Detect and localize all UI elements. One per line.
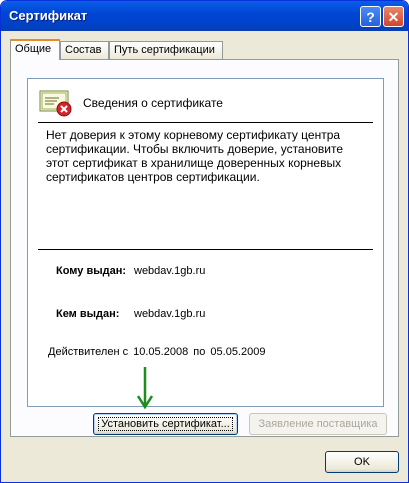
top-divider bbox=[38, 122, 373, 123]
valid-from-date: 10.05.2008 bbox=[133, 346, 189, 358]
window-title: Сертификат bbox=[9, 8, 88, 23]
ok-button[interactable]: OK bbox=[325, 451, 399, 473]
certificate-info-card: Сведения о сертификате Нет доверия к это… bbox=[27, 78, 384, 407]
bottom-divider bbox=[38, 249, 373, 250]
down-arrow-annotation-icon bbox=[137, 367, 153, 410]
certificate-error-icon bbox=[39, 90, 72, 117]
validity-period: Действителен с 10.05.2008 по 05.05.2009 bbox=[48, 346, 267, 358]
install-certificate-button[interactable]: Установить сертификат... bbox=[93, 413, 238, 435]
certificate-dialog: Сертификат ? ✕ Общие Состав Путь сертифи… bbox=[0, 0, 409, 483]
close-button[interactable]: ✕ bbox=[383, 6, 404, 27]
valid-prefix: Действителен с bbox=[48, 346, 129, 358]
issuer-statement-button[interactable]: Заявление поставщика bbox=[249, 413, 387, 435]
issued-by-label: Кем выдан: bbox=[56, 308, 120, 320]
issued-to-label: Кому выдан: bbox=[56, 265, 127, 277]
general-tab-panel: Сведения о сертификате Нет доверия к это… bbox=[10, 59, 399, 437]
issued-to-value: webdav.1gb.ru bbox=[134, 265, 206, 277]
tab-details[interactable]: Состав bbox=[60, 41, 109, 59]
valid-mid: по bbox=[193, 346, 206, 358]
card-heading: Сведения о сертификате bbox=[83, 96, 223, 110]
tab-certification-path[interactable]: Путь сертификации bbox=[109, 41, 223, 59]
tab-general[interactable]: Общие bbox=[10, 39, 60, 60]
trust-warning-text: Нет доверия к этому корневому сертификат… bbox=[46, 128, 344, 184]
valid-to-date: 05.05.2009 bbox=[210, 346, 266, 358]
title-bar[interactable]: Сертификат ? ✕ bbox=[1, 1, 408, 31]
help-button[interactable]: ? bbox=[360, 6, 381, 27]
issued-by-value: webdav.1gb.ru bbox=[134, 308, 206, 320]
